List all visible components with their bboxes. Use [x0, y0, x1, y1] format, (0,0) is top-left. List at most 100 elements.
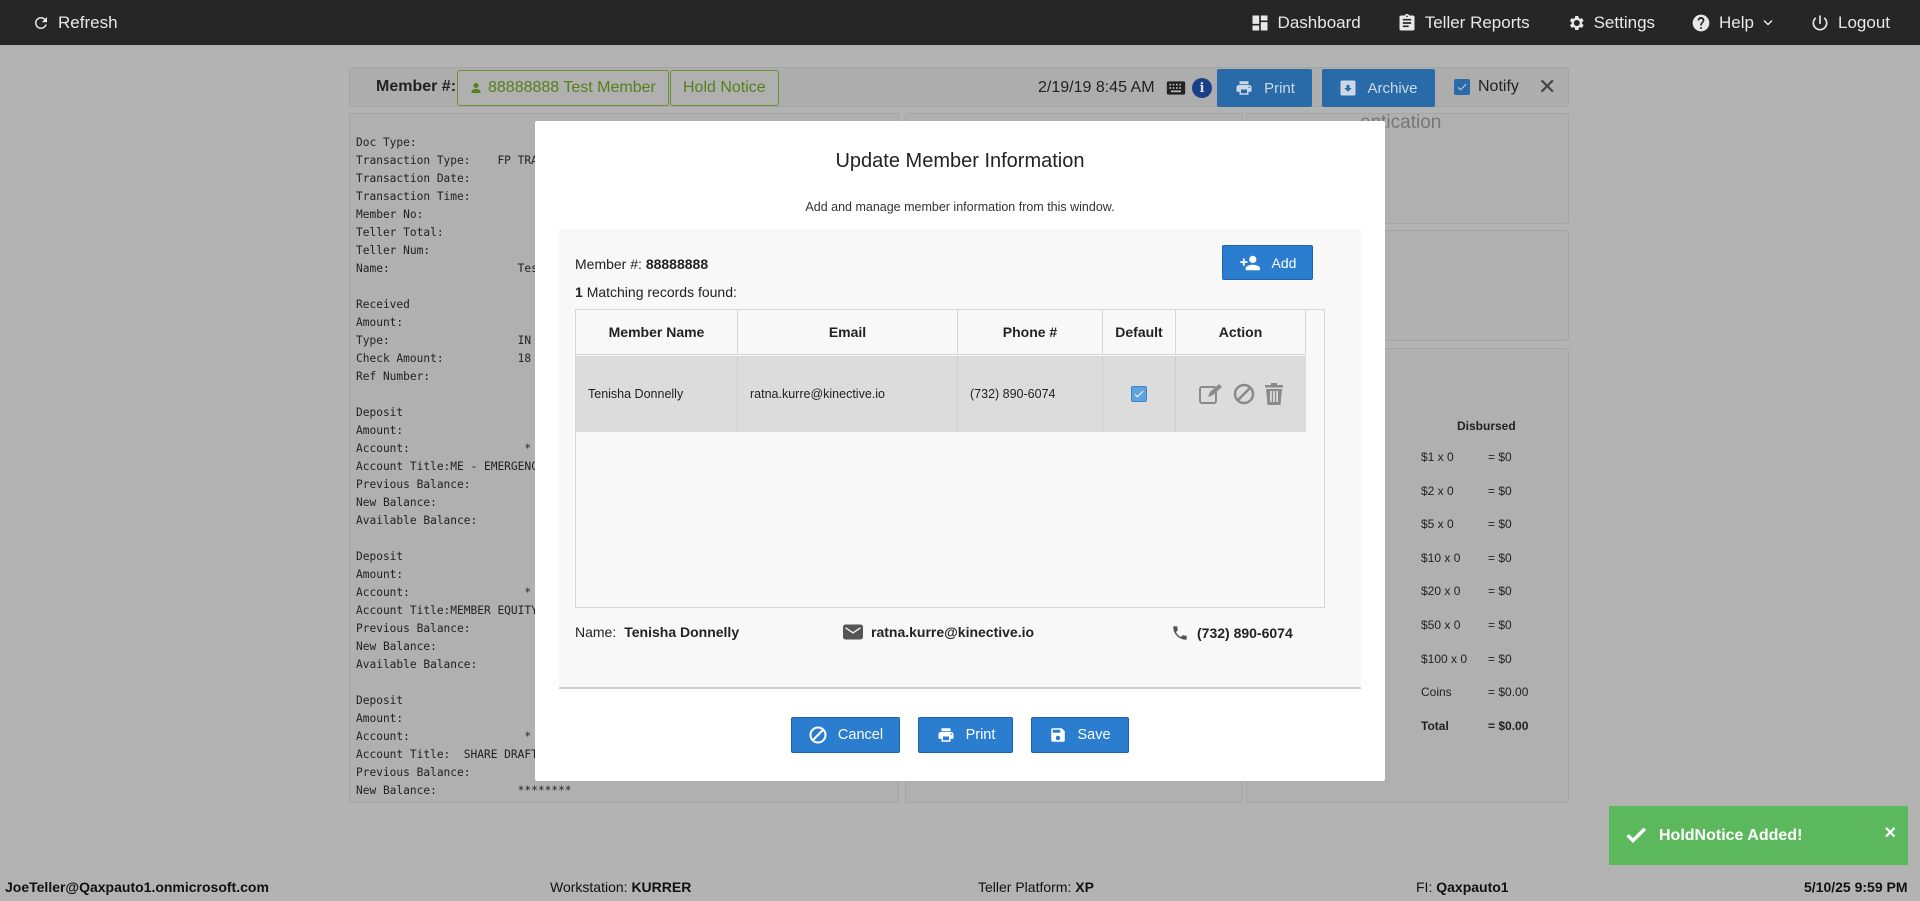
floppy-disk-icon — [1051, 728, 1066, 742]
cell-phone: (732) 890-6074 — [958, 356, 1103, 432]
refresh-label: Refresh — [58, 12, 118, 32]
disbursed-value: = $0 — [1488, 450, 1512, 464]
footer-user: JoeTeller@Qaxpauto1.onmicrosoft.com — [5, 879, 269, 895]
add-user-icon — [1239, 255, 1260, 270]
gear-icon — [1569, 15, 1584, 30]
settings-label: Settings — [1593, 12, 1656, 32]
power-icon — [1812, 15, 1828, 31]
edit-icon[interactable] — [1198, 382, 1224, 406]
settings-link[interactable]: Settings — [1566, 13, 1655, 33]
save-button[interactable]: Save — [1031, 717, 1129, 753]
match-label: Matching records found: — [586, 284, 737, 300]
member-button[interactable]: 88888888 Test Member — [457, 70, 669, 106]
print-receipt-button[interactable]: Print — [1217, 69, 1312, 107]
user-icon — [471, 83, 481, 93]
add-member-button[interactable]: Add — [1222, 245, 1313, 280]
col-email: Email — [738, 310, 958, 355]
col-member-name: Member Name — [576, 310, 738, 355]
cell-action — [1176, 356, 1306, 432]
refresh-button[interactable]: Refresh — [32, 13, 118, 33]
default-checkbox[interactable] — [1131, 386, 1147, 402]
disbursed-label: Total — [1421, 718, 1449, 733]
footer-platform-label: Teller Platform: — [978, 879, 1072, 895]
add-member-label: Add — [1271, 254, 1297, 271]
summary-email: ratna.kurre@kinective.io — [843, 624, 1034, 640]
checkmark-icon — [1134, 390, 1144, 398]
notify-label: Notify — [1478, 78, 1519, 95]
disbursed-value: = $0 — [1488, 550, 1512, 565]
footer-workstation-label: Workstation: — [550, 879, 628, 895]
help-label: Help — [1719, 12, 1754, 32]
footer-platform: Teller Platform: XP — [978, 879, 1094, 895]
cell-email: ratna.kurre@kinective.io — [738, 356, 958, 432]
disbursed-value: = $0 — [1488, 517, 1512, 532]
save-label: Save — [1077, 727, 1111, 743]
dashboard-label: Dashboard — [1277, 12, 1361, 32]
help-menu[interactable]: Help — [1691, 13, 1774, 33]
disbursed-label: Coins — [1421, 685, 1452, 700]
disbursed-label: $1 x 0 — [1421, 450, 1454, 464]
member-number-label: Member #: — [376, 78, 457, 95]
modal-member-number: Member #: 88888888 — [575, 256, 708, 272]
hold-notice-button[interactable]: Hold Notice — [670, 70, 779, 106]
status-footer: JoeTeller@Qaxpauto1.onmicrosoft.com Work… — [0, 871, 1920, 901]
archive-button[interactable]: Archive — [1322, 69, 1435, 107]
summary-phone: (732) 890-6074 — [1171, 624, 1293, 642]
footer-workstation-value: KURRER — [631, 879, 692, 895]
summary-phone-value: (732) 890-6074 — [1197, 625, 1293, 641]
match-count: 1 — [575, 284, 583, 300]
disbursed-label: $20 x 0 — [1421, 584, 1461, 599]
dashboard-link[interactable]: Dashboard — [1250, 13, 1361, 33]
cell-default — [1103, 356, 1176, 432]
logout-link[interactable]: Logout — [1810, 13, 1890, 33]
disbursed-label: $2 x 0 — [1421, 483, 1454, 498]
footer-fi-label: FI: — [1416, 879, 1433, 895]
archive-label: Archive — [1367, 79, 1418, 97]
disable-icon[interactable] — [1232, 382, 1256, 406]
trash-icon[interactable] — [1264, 382, 1284, 406]
disbursed-header: Disbursed — [1457, 419, 1516, 433]
col-action: Action — [1176, 310, 1306, 355]
toast-message: HoldNotice Added! — [1659, 826, 1803, 844]
info-icon[interactable]: i — [1192, 78, 1212, 98]
match-count-text: 1 Matching records found: — [575, 284, 737, 300]
disbursed-value: = $0 — [1488, 618, 1512, 632]
modal-subtitle: Add and manage member information from t… — [805, 200, 1115, 214]
print-label: Print — [965, 727, 996, 743]
summary-name: Name: Tenisha Donnelly — [575, 624, 739, 640]
teller-reports-link[interactable]: Teller Reports — [1397, 13, 1530, 33]
update-member-modal: Update Member Information Add and manage… — [535, 121, 1385, 781]
footer-workstation: Workstation: KURRER — [550, 879, 691, 895]
chevron-down-icon — [1763, 19, 1773, 25]
cell-member-name: Tenisha Donnelly — [576, 356, 738, 432]
cancel-button[interactable]: Cancel — [791, 717, 900, 753]
disbursed-label: $50 x 0 — [1421, 618, 1461, 632]
disbursed-label: $100 x 0 — [1421, 651, 1468, 666]
envelope-icon — [843, 624, 863, 640]
keyboard-icon[interactable] — [1166, 80, 1186, 96]
modal-title: Update Member Information — [835, 150, 1085, 172]
footer-fi: FI: Qaxpauto1 — [1416, 879, 1509, 895]
member-button-label: 88888888 Test Member — [488, 79, 656, 96]
toast-close-icon[interactable]: × — [1884, 822, 1896, 845]
close-icon[interactable]: ✕ — [1538, 74, 1556, 100]
transaction-datetime: 2/19/19 8:45 AM — [1038, 79, 1155, 96]
disbursed-value: = $0 — [1488, 483, 1512, 498]
phone-icon — [1173, 626, 1187, 640]
footer-datetime-value: 5/10/25 9:59 PM — [1804, 879, 1908, 895]
info-glyph: i — [1199, 80, 1205, 96]
printer-icon — [938, 728, 954, 742]
print-receipt-label: Print — [1264, 79, 1295, 97]
summary-name-value: Tenisha Donnelly — [624, 624, 740, 640]
cancel-label: Cancel — [837, 727, 884, 743]
check-icon — [1626, 827, 1647, 844]
top-nav-bar: Refresh Dashboard Teller Reports Setting… — [0, 0, 1920, 45]
modal-member-value: 88888888 — [645, 256, 709, 272]
table-row[interactable]: Tenisha Donnelly ratna.kurre@kinective.i… — [576, 356, 1306, 432]
help-icon — [1692, 14, 1710, 31]
notify-checkbox[interactable]: Notify — [1454, 78, 1519, 96]
archive-icon — [1340, 80, 1356, 96]
printer-icon — [1236, 81, 1252, 95]
print-button[interactable]: Print — [918, 717, 1013, 753]
disbursed-label: $5 x 0 — [1421, 517, 1454, 532]
